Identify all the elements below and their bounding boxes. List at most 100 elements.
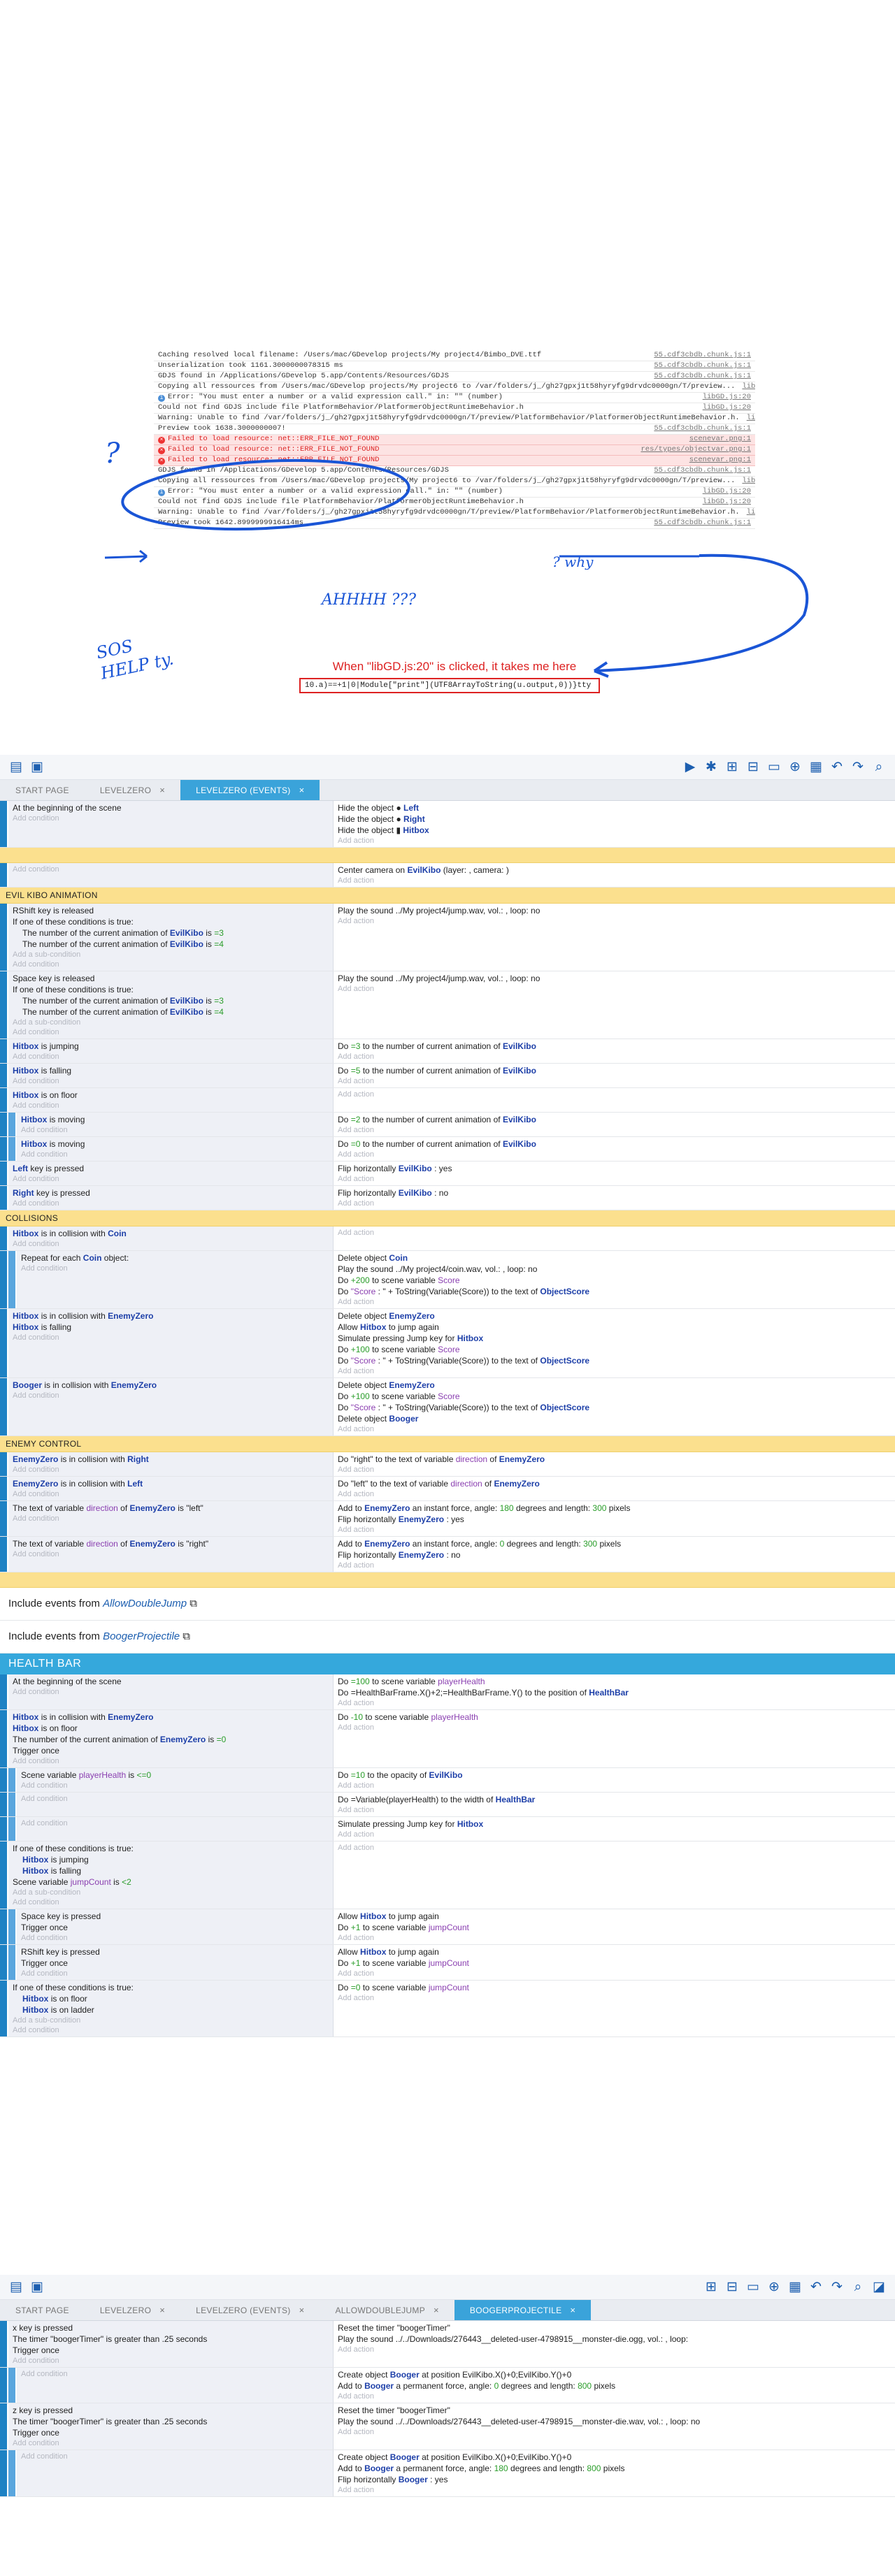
action[interactable]: Simulate pressing Jump key for Hitbox: [338, 1333, 891, 1344]
conditions-column[interactable]: Add condition: [17, 2450, 334, 2496]
conditions-column[interactable]: Hitbox is in collision with EnemyZero Hit…: [8, 1309, 334, 1377]
tab-levelzero[interactable]: LEVELZERO ×: [85, 2300, 180, 2320]
add-condition[interactable]: Add condition: [13, 1333, 329, 1343]
add-action[interactable]: Add action: [338, 1561, 891, 1570]
event-gutter[interactable]: [0, 1674, 8, 1709]
actions-column[interactable]: Do "left" to the text of variable direct…: [334, 1477, 895, 1500]
add-comment-icon[interactable]: ▭: [764, 758, 785, 777]
conditions-column[interactable]: Add condition: [17, 1793, 334, 1816]
conditions-column[interactable]: EnemyZero is in collision with Right Add …: [8, 1452, 334, 1476]
condition[interactable]: Trigger once: [21, 1922, 329, 1933]
conditions-column[interactable]: If one of these conditions is true: Hitbo…: [8, 1841, 334, 1909]
condition[interactable]: The text of variable direction of EnemyZ…: [13, 1538, 329, 1549]
tab-start-page[interactable]: START PAGE: [0, 780, 85, 800]
action[interactable]: Hide the object ▮ Hitbox: [338, 825, 891, 836]
add-action[interactable]: Add action: [338, 1805, 891, 1815]
event-gutter[interactable]: [0, 1710, 8, 1767]
scene-icon[interactable]: ▣: [27, 2278, 48, 2297]
event-gutter[interactable]: [0, 1452, 8, 1476]
actions-column[interactable]: Create object Booger at position EvilKib…: [334, 2368, 895, 2403]
condition[interactable]: Trigger once: [13, 2427, 329, 2438]
add-action[interactable]: Add action: [338, 2427, 891, 2437]
action[interactable]: Do "Score : " + ToString(Variable(Score)…: [338, 1402, 891, 1413]
actions-column[interactable]: Simulate pressing Jump key for Hitbox Add…: [334, 1817, 895, 1841]
actions-column[interactable]: Delete object Coin Play the sound ../My p…: [334, 1251, 895, 1308]
add-condition[interactable]: Add condition: [21, 1933, 329, 1943]
add-action[interactable]: Add action: [338, 1993, 891, 2003]
action[interactable]: Do =100 to scene variable playerHealth: [338, 1676, 891, 1687]
add-event-icon[interactable]: ⊞: [722, 758, 743, 777]
actions-column[interactable]: Do =Variable(playerHealth) to the width …: [334, 1793, 895, 1816]
event-gutter[interactable]: [0, 1817, 17, 1841]
condition[interactable]: If one of these conditions is true:: [13, 984, 329, 995]
action[interactable]: Reset the timer "boogerTimer": [338, 2405, 891, 2416]
add-action[interactable]: Add action: [338, 1723, 891, 1732]
close-icon[interactable]: ×: [159, 2305, 165, 2315]
conditions-column[interactable]: Hitbox is jumping Add condition: [8, 1039, 334, 1063]
action[interactable]: Play the sound ../../Downloads/276443__d…: [338, 2333, 891, 2345]
actions-column[interactable]: Do =2 to the number of current animation…: [334, 1113, 895, 1136]
condition[interactable]: The timer "boogerTimer" is greater than …: [13, 2416, 329, 2427]
condition[interactable]: Hitbox is jumping: [13, 1854, 329, 1865]
action[interactable]: Delete object Coin: [338, 1252, 891, 1264]
close-icon[interactable]: ×: [434, 2305, 439, 2315]
condition[interactable]: At the beginning of the scene: [13, 1676, 329, 1687]
close-icon[interactable]: ×: [159, 785, 165, 795]
action[interactable]: Do "Score : " + ToString(Variable(Score)…: [338, 1286, 891, 1297]
actions-column[interactable]: Delete object EnemyZero Allow Hitbox to j…: [334, 1309, 895, 1377]
actions-column[interactable]: Do =3 to the number of current animation…: [334, 1039, 895, 1063]
action[interactable]: Center camera on EvilKibo (layer: , came…: [338, 864, 891, 876]
console-source-link[interactable]: 55.cdf3cbdb.chunk.js:1: [654, 361, 751, 371]
action[interactable]: Do "Score : " + ToString(Variable(Score)…: [338, 1355, 891, 1366]
add-condition[interactable]: Add condition: [13, 1174, 329, 1184]
add-condition[interactable]: Add condition: [21, 1794, 329, 1804]
actions-column[interactable]: Do =100 to scene variable playerHealth Do…: [334, 1674, 895, 1709]
conditions-column[interactable]: Hitbox is moving Add condition: [17, 1137, 334, 1161]
add-action[interactable]: Add action: [338, 836, 891, 846]
action[interactable]: Create object Booger at position EvilKib…: [338, 2452, 891, 2463]
event-gutter[interactable]: [0, 1088, 8, 1112]
add-condition[interactable]: Add condition: [13, 1027, 329, 1037]
conditions-column[interactable]: z key is pressed The timer "boogerTimer" …: [8, 2403, 334, 2450]
action[interactable]: Hide the object ● Right: [338, 813, 891, 825]
add-condition[interactable]: Add condition: [21, 2452, 329, 2461]
action[interactable]: Play the sound ../My project4/coin.wav, …: [338, 1264, 891, 1275]
conditions-column[interactable]: Hitbox is falling Add condition: [8, 1064, 334, 1087]
add-subevent-icon[interactable]: ⊟: [722, 2278, 743, 2297]
action[interactable]: Do +1 to scene variable jumpCount: [338, 1958, 891, 1969]
conditions-column[interactable]: x key is pressed The timer "boogerTimer" …: [8, 2321, 334, 2367]
event-gutter[interactable]: [0, 1793, 17, 1816]
search-icon[interactable]: ⌕: [868, 758, 889, 777]
conditions-column[interactable]: Hitbox is on floor Add condition: [8, 1088, 334, 1112]
action[interactable]: Do =0 to the number of current animation…: [338, 1138, 891, 1150]
event-gutter[interactable]: [0, 1537, 8, 1572]
add-condition[interactable]: Add condition: [13, 1687, 329, 1697]
include-events-name[interactable]: AllowDoubleJump: [103, 1598, 187, 1609]
actions-column[interactable]: Add to EnemyZero an instant force, angle…: [334, 1537, 895, 1572]
tab-boogerprojectile[interactable]: BOOGERPROJECTILE ×: [454, 2300, 592, 2320]
action[interactable]: Play the sound ../My project4/jump.wav, …: [338, 973, 891, 984]
actions-column[interactable]: Allow Hitbox to jump again Do +1 to scene…: [334, 1945, 895, 1980]
actions-column[interactable]: Do =10 to the opacity of EvilKibo Add act…: [334, 1768, 895, 1792]
condition[interactable]: EnemyZero is in collision with Right: [13, 1454, 329, 1465]
condition[interactable]: Left key is pressed: [13, 1163, 329, 1174]
include-events-name[interactable]: BoogerProjectile: [103, 1630, 180, 1642]
conditions-column[interactable]: If one of these conditions is true: Hitbo…: [8, 1981, 334, 2036]
condition[interactable]: Scene variable playerHealth is <=0: [21, 1770, 329, 1781]
add-condition[interactable]: Add condition: [13, 864, 329, 874]
action[interactable]: Delete object EnemyZero: [338, 1310, 891, 1322]
action[interactable]: Do =HealthBarFrame.X()+2;=HealthBarFrame…: [338, 1687, 891, 1698]
add-action[interactable]: Add action: [338, 1698, 891, 1708]
event-group-header[interactable]: COLLISIONS: [0, 1210, 895, 1227]
conditions-column[interactable]: Repeat for each Coin object: Add conditio…: [17, 1251, 334, 1308]
event-gutter[interactable]: [0, 971, 8, 1039]
action[interactable]: Reset the timer "boogerTimer": [338, 2322, 891, 2333]
action[interactable]: Add to EnemyZero an instant force, angle…: [338, 1503, 891, 1514]
condition[interactable]: The number of the current animation of E…: [13, 1734, 329, 1745]
conditions-column[interactable]: At the beginning of the scene Add conditi…: [8, 801, 334, 847]
add-condition[interactable]: Add condition: [13, 1391, 329, 1401]
event-gutter[interactable]: [0, 904, 8, 971]
action[interactable]: Add to EnemyZero an instant force, angle…: [338, 1538, 891, 1549]
conditions-column[interactable]: RShift key is pressed Trigger once Add con…: [17, 1945, 334, 1980]
event-gutter[interactable]: [0, 1251, 17, 1308]
